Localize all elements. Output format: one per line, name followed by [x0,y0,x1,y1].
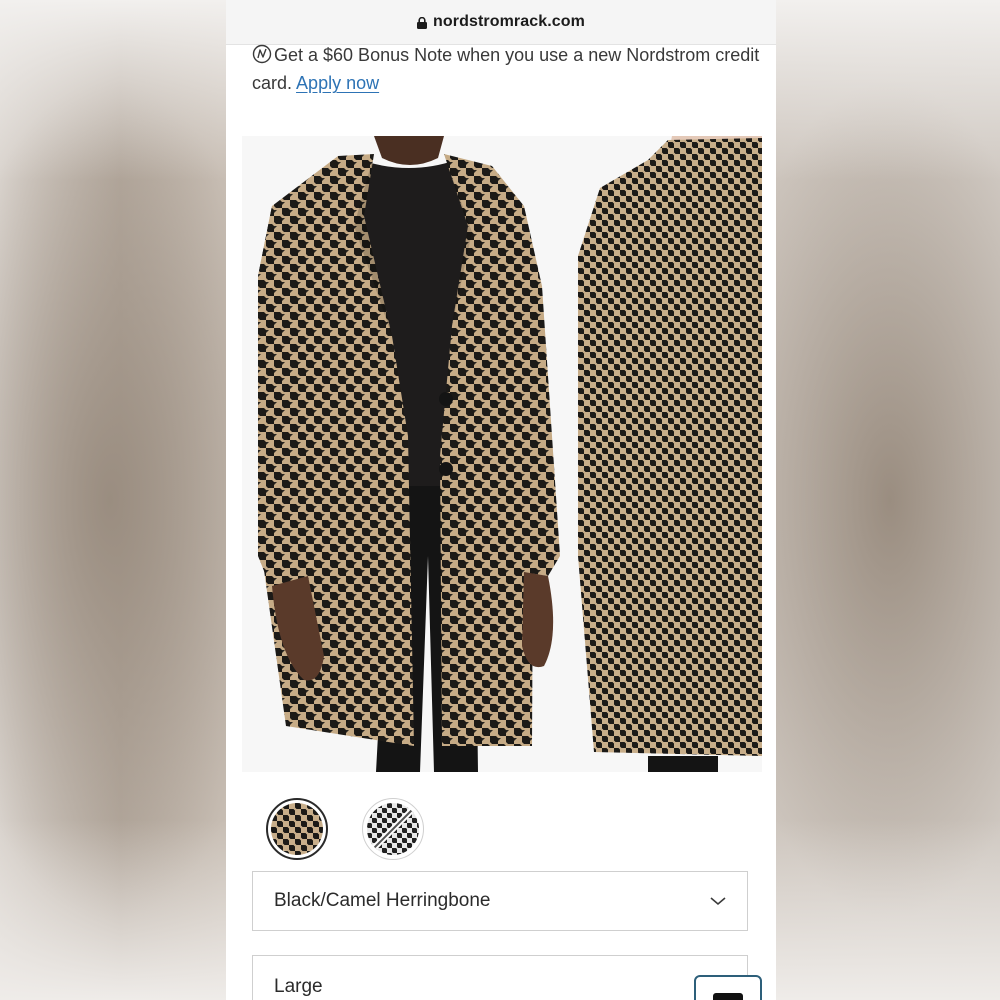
color-swatches [266,798,466,862]
mobile-browser-screen: nordstromrack.com Get a $60 Bonus Note w… [226,0,776,1000]
lock-icon [417,17,428,29]
chevron-down-icon [710,897,726,906]
size-dropdown-value: Large [274,976,323,997]
chat-icon [713,993,743,1000]
nordstrom-note-icon [252,44,272,64]
black-white-swatch-unavailable[interactable] [362,798,424,860]
address-bar[interactable]: nordstromrack.com [226,0,776,45]
apply-now-link[interactable]: Apply now [296,73,379,93]
color-dropdown[interactable]: Black/Camel Herringbone [252,871,748,931]
credit-card-promo: Get a $60 Bonus Note when you use a new … [252,41,762,97]
product-front-image[interactable] [242,136,578,772]
size-dropdown[interactable]: Large [252,955,748,1000]
chat-button[interactable] [694,975,762,1000]
black-camel-swatch[interactable] [266,798,328,860]
product-image-gallery[interactable] [226,136,776,776]
product-back-image[interactable] [578,136,762,772]
color-dropdown-value: Black/Camel Herringbone [274,890,491,911]
url-text: nordstromrack.com [433,13,585,30]
